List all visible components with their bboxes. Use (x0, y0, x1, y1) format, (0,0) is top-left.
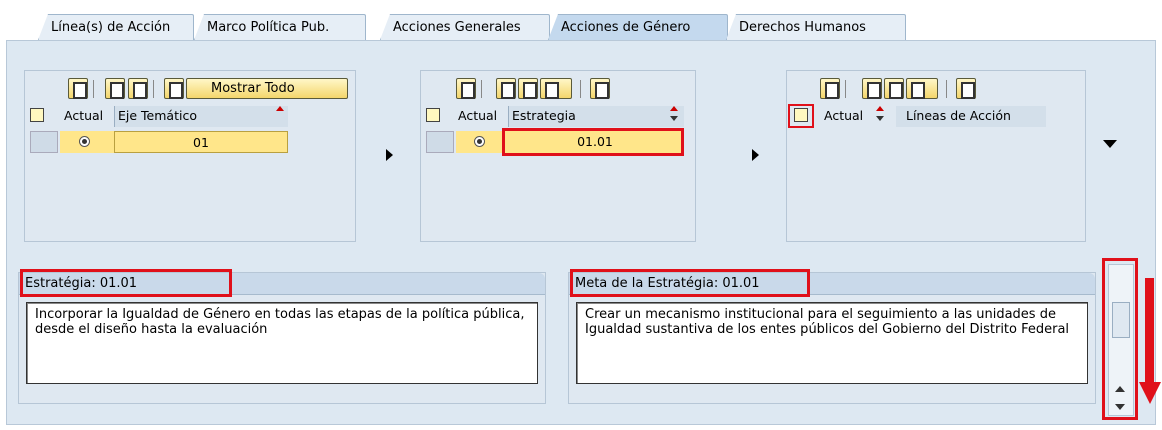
sort-asc-icon (276, 106, 284, 111)
print-icon[interactable] (862, 78, 882, 99)
eje-value[interactable]: 01 (114, 131, 288, 153)
down-arrow-icon (1139, 382, 1161, 404)
filter-icon[interactable] (884, 78, 904, 99)
select-all-icon[interactable] (426, 108, 440, 122)
tab-label: Acciones de Género (561, 20, 691, 35)
highlight-strategy-title (20, 269, 232, 297)
col-estrategia-header: Estrategia (512, 108, 576, 123)
highlight-goal-title (570, 269, 810, 297)
highlight-scrollbar (1102, 258, 1138, 420)
col-lineas-header: Líneas de Acción (906, 108, 1011, 123)
tab-label: Línea(s) de Acción (51, 20, 171, 35)
sort-asc-icon (876, 106, 884, 111)
new-entry-icon[interactable] (820, 78, 840, 99)
new-entry-icon[interactable] (456, 78, 476, 99)
tab-lineas-accion[interactable]: Línea(s) de Acción (38, 14, 194, 40)
filter-icon[interactable] (518, 78, 538, 99)
next-arrow-icon[interactable] (752, 149, 759, 161)
col-actual-header: Actual (64, 108, 104, 123)
highlight-estrategia (502, 128, 684, 156)
sort-desc-icon (670, 116, 678, 121)
filter-dropdown-icon[interactable] (906, 78, 938, 99)
row-selector[interactable] (426, 131, 454, 153)
red-arrow-shaft (1145, 278, 1154, 384)
next-arrow-icon[interactable] (386, 149, 393, 161)
tab-acciones-generales[interactable]: Acciones Generales (380, 14, 550, 40)
actual-radio[interactable] (474, 136, 485, 147)
expand-down-icon[interactable] (1103, 140, 1117, 148)
tab-derechos-humanos[interactable]: Derechos Humanos (726, 14, 906, 40)
tab-label: Marco Política Pub. (207, 20, 330, 35)
filter-icon[interactable] (128, 78, 148, 99)
export-icon[interactable] (164, 78, 184, 99)
row-selector[interactable] (30, 131, 58, 153)
sap-screen: Línea(s) de Acción Marco Política Pub. A… (0, 0, 1162, 430)
filter-dropdown-icon[interactable] (540, 78, 572, 99)
show-all-button[interactable]: Mostrar Todo (186, 78, 348, 99)
highlight-select-all (788, 104, 814, 128)
tab-acciones-genero[interactable]: Acciones de Género (548, 14, 728, 40)
export-icon[interactable] (956, 78, 976, 99)
new-entry-icon[interactable] (68, 78, 88, 99)
col-actual-header: Actual (824, 108, 864, 123)
print-icon[interactable] (105, 78, 125, 99)
tab-marco-politica[interactable]: Marco Política Pub. (194, 14, 366, 40)
select-all-icon[interactable] (30, 108, 44, 122)
col-eje-header: Eje Temático (118, 108, 197, 123)
strategy-text: Incorporar la Igualdad de Género en toda… (26, 302, 538, 384)
col-actual-header: Actual (458, 108, 498, 123)
tab-label: Acciones Generales (393, 20, 521, 35)
export-icon[interactable] (590, 78, 610, 99)
goal-text: Crear un mecanismo institucional para el… (576, 302, 1088, 384)
sort-asc-icon (670, 106, 678, 111)
actual-radio[interactable] (79, 136, 90, 147)
show-all-label: Mostrar Todo (211, 81, 295, 96)
tab-label: Derechos Humanos (739, 20, 866, 35)
sort-desc-icon (876, 116, 884, 121)
print-icon[interactable] (496, 78, 516, 99)
